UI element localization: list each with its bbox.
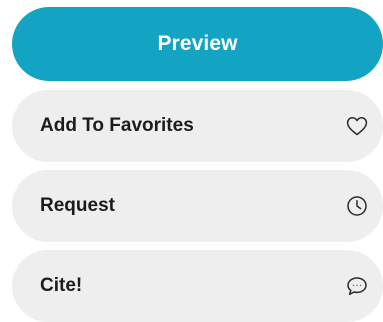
clock-icon <box>345 194 369 218</box>
add-to-favorites-label: Add To Favorites <box>40 115 194 136</box>
cite-label: Cite! <box>40 275 83 296</box>
preview-button[interactable]: Preview <box>12 7 383 81</box>
item-actions-panel: Preview Add To Favorites Request Cite! <box>12 7 383 322</box>
add-to-favorites-button[interactable]: Add To Favorites <box>12 90 383 162</box>
heart-icon <box>345 114 369 138</box>
request-label: Request <box>40 195 115 216</box>
preview-button-label: Preview <box>157 32 238 55</box>
request-button[interactable]: Request <box>12 170 383 242</box>
speech-bubble-icon <box>345 274 369 298</box>
cite-button[interactable]: Cite! <box>12 250 383 322</box>
